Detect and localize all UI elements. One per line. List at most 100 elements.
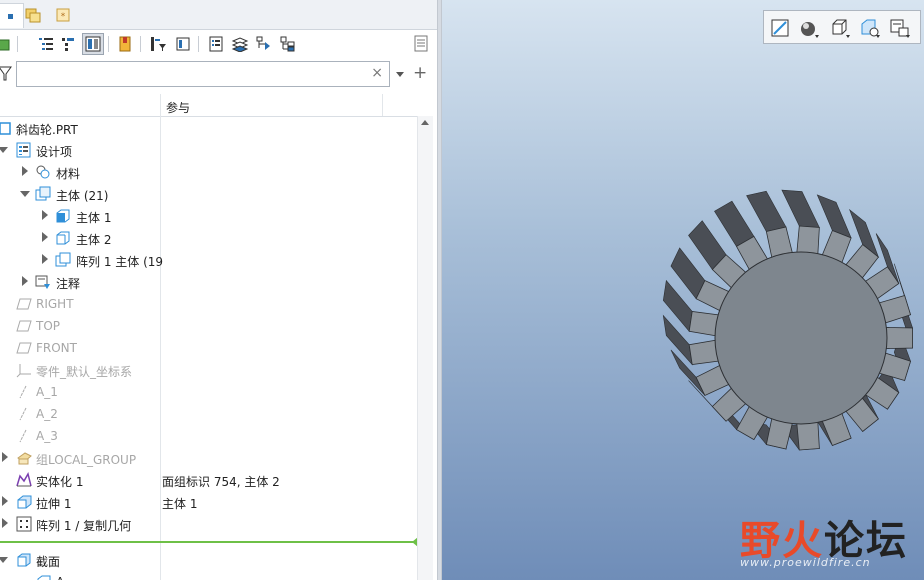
tree-row-axis-a3[interactable]: A_3: [0, 425, 417, 447]
hierarchy-icon: [256, 36, 270, 50]
tree-row-datum-right[interactable]: RIGHT: [0, 293, 417, 315]
tree-row-pattern-copy[interactable]: 阵列 1 / 复制几何: [0, 513, 417, 535]
tree-row-material[interactable]: 材料: [0, 161, 417, 183]
tree-row-body-1[interactable]: 主体 1: [0, 205, 417, 227]
gear-tooth-face: [796, 419, 820, 451]
tree-columns-icon: [176, 37, 190, 51]
tree-row-design-items[interactable]: 设计项: [0, 139, 417, 161]
tree-row-axis-a2[interactable]: A_2: [0, 403, 417, 425]
collapse-all-button[interactable]: [57, 33, 79, 55]
reference-column-header[interactable]: 参与: [166, 99, 190, 116]
document-list-icon: [414, 35, 428, 52]
pattern-icon: [16, 516, 32, 532]
clear-search-icon[interactable]: ×: [371, 65, 383, 81]
expand-arrow-icon[interactable]: [2, 518, 8, 528]
tree-structure-icon: [280, 36, 295, 52]
favorites-icon: *: [56, 8, 70, 22]
tree-row-extrude[interactable]: 拉伸 1 主体 1: [0, 491, 417, 513]
scroll-up-icon[interactable]: [421, 120, 429, 125]
datum-plane-icon: [16, 298, 32, 310]
helical-gear-model[interactable]: [442, 0, 924, 580]
tree-row-part[interactable]: 斜齿轮.PRT: [0, 117, 417, 139]
watermark-url: www.proewildfire.cn: [740, 556, 871, 569]
tree-columns-button[interactable]: [172, 33, 194, 55]
expand-all-button[interactable]: [35, 33, 57, 55]
tree-scrollbar[interactable]: [417, 116, 433, 580]
extrude-icon: [17, 495, 32, 509]
details-button[interactable]: [410, 33, 432, 55]
tree-row-section[interactable]: 截面: [0, 549, 417, 571]
coordinate-system-icon: [16, 364, 31, 378]
material-icon: [36, 165, 50, 179]
gear-tooth-face: [883, 327, 913, 349]
expand-arrow-icon[interactable]: [22, 166, 28, 176]
body-icon: [56, 231, 70, 245]
collapse-arrow-icon[interactable]: [20, 191, 30, 197]
annotation-icon: [35, 275, 50, 289]
tab-favorites[interactable]: *: [50, 3, 76, 27]
tree-row-datum-front[interactable]: FRONT: [0, 337, 417, 359]
model-tree-panel: * × + 参与 斜齿轮.PRT 设计项 材料 主体 (21) 主体 1 主体 …: [0, 0, 441, 580]
expand-arrow-icon[interactable]: [0, 147, 8, 153]
layers-icon: [231, 37, 249, 52]
datum-plane-icon: [16, 320, 32, 332]
search-input[interactable]: ×: [16, 61, 390, 87]
folder-browser-icon: [25, 8, 41, 23]
expand-arrow-icon[interactable]: [42, 254, 48, 264]
section-item-icon: [37, 575, 51, 580]
tree-row-pattern-body[interactable]: 阵列 1 主体 (19: [0, 249, 417, 271]
navigator-tabs: *: [0, 0, 437, 30]
reference-cell: 主体 1: [162, 497, 198, 511]
insert-here-indicator[interactable]: [0, 541, 417, 543]
columns-icon: [85, 36, 101, 52]
tree-row-section-a[interactable]: A: [0, 571, 417, 580]
expand-arrow-icon[interactable]: [42, 210, 48, 220]
hierarchy-button[interactable]: [253, 33, 275, 55]
graphics-viewport[interactable]: 野火论坛 www.proewildfire.cn: [442, 0, 924, 580]
tree-row-annotations[interactable]: 注释: [0, 271, 417, 293]
properties-icon: [209, 36, 223, 52]
cube-settings-icon: [0, 39, 10, 51]
solidify-icon: [16, 472, 32, 487]
tree-row-axis-a1[interactable]: A_1: [0, 381, 417, 403]
search-row: × +: [0, 60, 437, 90]
tree-row-local-group[interactable]: 组LOCAL_GROUP: [0, 447, 417, 469]
chevron-down-icon[interactable]: [395, 71, 405, 79]
expand-arrow-icon[interactable]: [22, 276, 28, 286]
reference-cell: 面组标识 754, 主体 2: [162, 475, 280, 489]
add-filter-icon[interactable]: +: [413, 63, 427, 83]
datum-axis-icon: [19, 429, 27, 443]
filter-icon: [0, 66, 12, 81]
bodies-icon: [35, 186, 51, 201]
expand-arrow-icon[interactable]: [42, 232, 48, 242]
bookmark-button[interactable]: [114, 33, 136, 55]
show-columns-button[interactable]: [82, 33, 104, 55]
design-items-icon: [16, 142, 31, 158]
expand-arrow-icon[interactable]: [2, 496, 8, 506]
group-icon: [17, 452, 32, 465]
properties-button[interactable]: [205, 33, 227, 55]
datum-axis-icon: [19, 385, 27, 399]
gear-tooth-flank: [746, 190, 787, 232]
expand-arrow-icon[interactable]: [2, 452, 8, 462]
layers-button[interactable]: [229, 33, 251, 55]
tree-collapse-icon: [62, 38, 74, 51]
tree-row-coordinate-system[interactable]: 零件_默认_坐标系: [0, 359, 417, 381]
tree-list-icon: [39, 38, 53, 50]
tree-column-header: 参与: [0, 94, 432, 117]
datum-plane-icon: [16, 342, 32, 354]
tab-folder-browser[interactable]: [20, 3, 46, 27]
tree-row-bodies[interactable]: 主体 (21): [0, 183, 417, 205]
tree-row-solidify[interactable]: 实体化 1 面组标识 754, 主体 2: [0, 469, 417, 491]
tree-row-body-2[interactable]: 主体 2: [0, 227, 417, 249]
filter-tree-button[interactable]: [147, 33, 169, 55]
gear-tooth-face: [796, 225, 820, 257]
tree-row-datum-top[interactable]: TOP: [0, 315, 417, 337]
section-icon: [17, 553, 31, 567]
datum-axis-icon: [19, 407, 27, 421]
collapse-arrow-icon[interactable]: [0, 557, 8, 563]
part-icon: [0, 122, 11, 135]
tree-structure-button[interactable]: [277, 33, 299, 55]
settings-button[interactable]: [0, 33, 16, 55]
gear-tooth-flank: [781, 189, 820, 228]
